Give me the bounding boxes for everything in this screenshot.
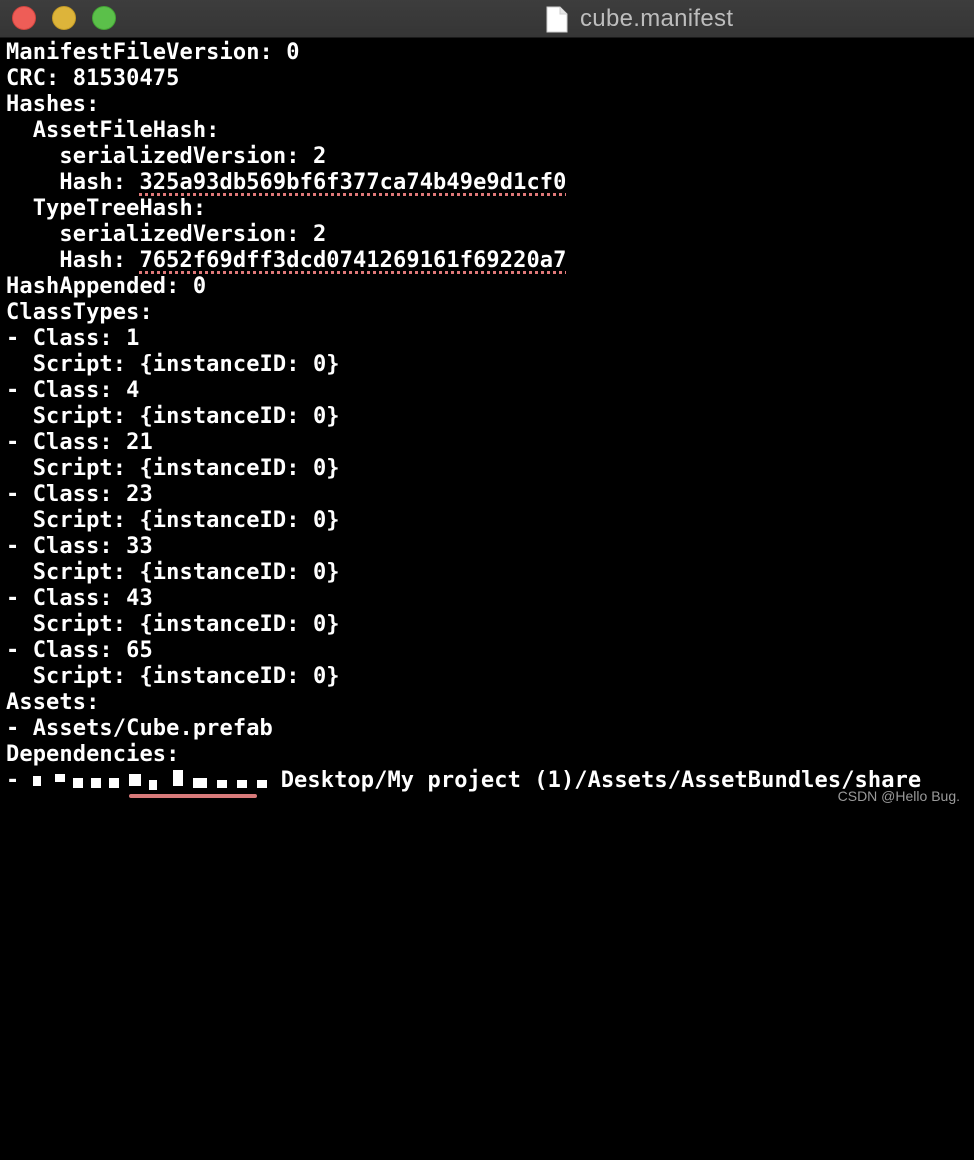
window-titlebar[interactable]: cube.manifest <box>0 0 974 38</box>
text-line: - Class: 4 <box>6 378 140 403</box>
type-tree-hash-value: 7652f69dff3dcd0741269161f69220a7 <box>139 248 567 273</box>
text-editor-content[interactable]: ManifestFileVersion: 0 CRC: 81530475 Has… <box>6 40 966 798</box>
text-line: ManifestFileVersion: 0 <box>6 40 300 65</box>
text-line: - Class: 23 <box>6 482 153 507</box>
dependency-path: Desktop/My project (1)/Assets/AssetBundl… <box>280 768 922 793</box>
text-line: Script: {instanceID: 0} <box>6 352 340 377</box>
text-line: serializedVersion: 2 <box>6 222 327 247</box>
window-title: cube.manifest <box>580 5 734 32</box>
text-line: - Class: 1 <box>6 326 140 351</box>
window-title-group: cube.manifest <box>546 3 733 35</box>
list-dash: - <box>6 768 33 793</box>
text-line: Script: {instanceID: 0} <box>6 508 340 533</box>
text-line: serializedVersion: 2 <box>6 144 327 169</box>
text-line: Script: {instanceID: 0} <box>6 560 340 585</box>
text-line: Assets: <box>6 690 100 715</box>
text-line: Script: {instanceID: 0} <box>6 612 340 637</box>
text-line: - Assets/Cube.prefab <box>6 716 273 741</box>
asset-file-hash-value: 325a93db569bf6f377ca74b49e9d1cf0 <box>139 170 567 195</box>
text-line: AssetFileHash: <box>6 118 220 143</box>
maximize-window-button[interactable] <box>92 6 116 30</box>
text-line-dependency: - Desktop/My project (1)/Assets/AssetBun… <box>6 768 966 798</box>
close-window-button[interactable] <box>12 6 36 30</box>
text-line: - Class: 21 <box>6 430 153 455</box>
text-line-hash: Hash: 7652f69dff3dcd0741269161f69220a7 <box>6 248 966 274</box>
text-line: - Class: 33 <box>6 534 153 559</box>
redacted-path <box>32 770 281 798</box>
text-line: Script: {instanceID: 0} <box>6 664 340 689</box>
text-line: TypeTreeHash: <box>6 196 207 221</box>
document-icon <box>546 6 568 32</box>
hash-key: Hash: <box>6 170 140 195</box>
text-line: Script: {instanceID: 0} <box>6 404 340 429</box>
text-line: - Class: 43 <box>6 586 153 611</box>
text-line: Hashes: <box>6 92 100 117</box>
watermark: CSDN @Hello Bug. <box>837 788 960 804</box>
text-line: HashAppended: 0 <box>6 274 207 299</box>
minimize-window-button[interactable] <box>52 6 76 30</box>
text-line-hash: Hash: 325a93db569bf6f377ca74b49e9d1cf0 <box>6 170 966 196</box>
hash-key: Hash: <box>6 248 140 273</box>
text-line: CRC: 81530475 <box>6 66 180 91</box>
text-line: ClassTypes: <box>6 300 153 325</box>
text-line: Dependencies: <box>6 742 180 767</box>
text-line: Script: {instanceID: 0} <box>6 456 340 481</box>
text-line: - Class: 65 <box>6 638 153 663</box>
